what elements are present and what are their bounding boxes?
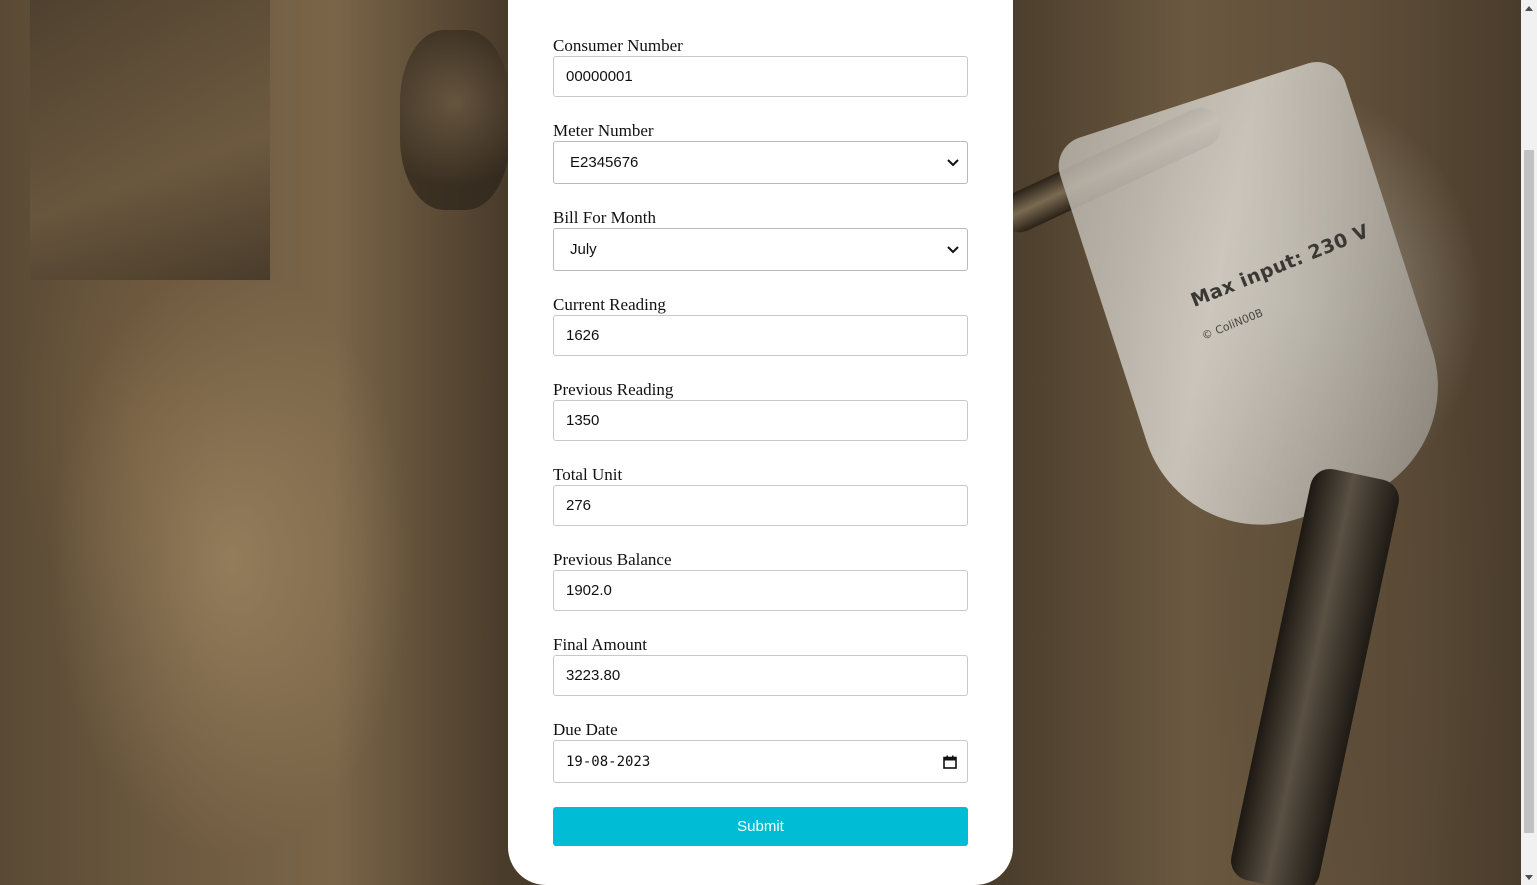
page-scrollbar[interactable] — [1521, 0, 1537, 885]
due-date-input[interactable]: 19-08-2023 — [553, 740, 968, 783]
current-reading-input[interactable]: 1626 — [553, 315, 968, 356]
due-date-value: 19-08-2023 — [566, 753, 651, 770]
final-amount-input[interactable]: 3223.80 — [553, 655, 968, 696]
consumer-number-value: 00000001 — [566, 68, 633, 85]
previous-reading-input[interactable]: 1350 — [553, 400, 968, 441]
calendar-icon[interactable] — [943, 755, 957, 769]
previous-reading-label: Previous Reading — [553, 380, 674, 399]
bill-for-month-value: July — [570, 241, 597, 258]
due-date-label: Due Date — [553, 720, 618, 739]
current-reading-value: 1626 — [566, 327, 600, 344]
total-unit-value: 276 — [566, 497, 592, 514]
meter-number-label: Meter Number — [553, 121, 654, 140]
chevron-down-icon — [947, 157, 959, 169]
total-unit-input[interactable]: 276 — [553, 485, 968, 526]
final-amount-value: 3223.80 — [566, 667, 621, 684]
bill-for-month-label: Bill For Month — [553, 208, 656, 227]
meter-number-value: E2345676 — [570, 154, 639, 171]
consumer-number-input[interactable]: 00000001 — [553, 56, 968, 97]
previous-balance-label: Previous Balance — [553, 550, 672, 569]
current-reading-label: Current Reading — [553, 295, 666, 314]
scroll-down-arrow-icon[interactable] — [1521, 869, 1537, 885]
submit-button[interactable]: Submit — [553, 807, 968, 846]
previous-reading-value: 1350 — [566, 412, 600, 429]
scrollbar-thumb[interactable] — [1524, 150, 1534, 833]
total-unit-label: Total Unit — [553, 465, 623, 484]
bill-for-month-select[interactable]: July — [553, 228, 968, 271]
chevron-down-icon — [947, 244, 959, 256]
previous-balance-input[interactable]: 1902.0 — [553, 570, 968, 611]
background-claw — [400, 30, 510, 210]
page-viewport: Max input: 230 V © ColiN00B Consumer Num… — [0, 0, 1537, 885]
background-shelf — [30, 0, 270, 280]
previous-balance-value: 1902.0 — [566, 582, 612, 599]
final-amount-label: Final Amount — [553, 635, 647, 654]
scroll-up-arrow-icon[interactable] — [1521, 0, 1537, 16]
consumer-number-label: Consumer Number — [553, 36, 683, 55]
meter-number-select[interactable]: E2345676 — [553, 141, 968, 184]
